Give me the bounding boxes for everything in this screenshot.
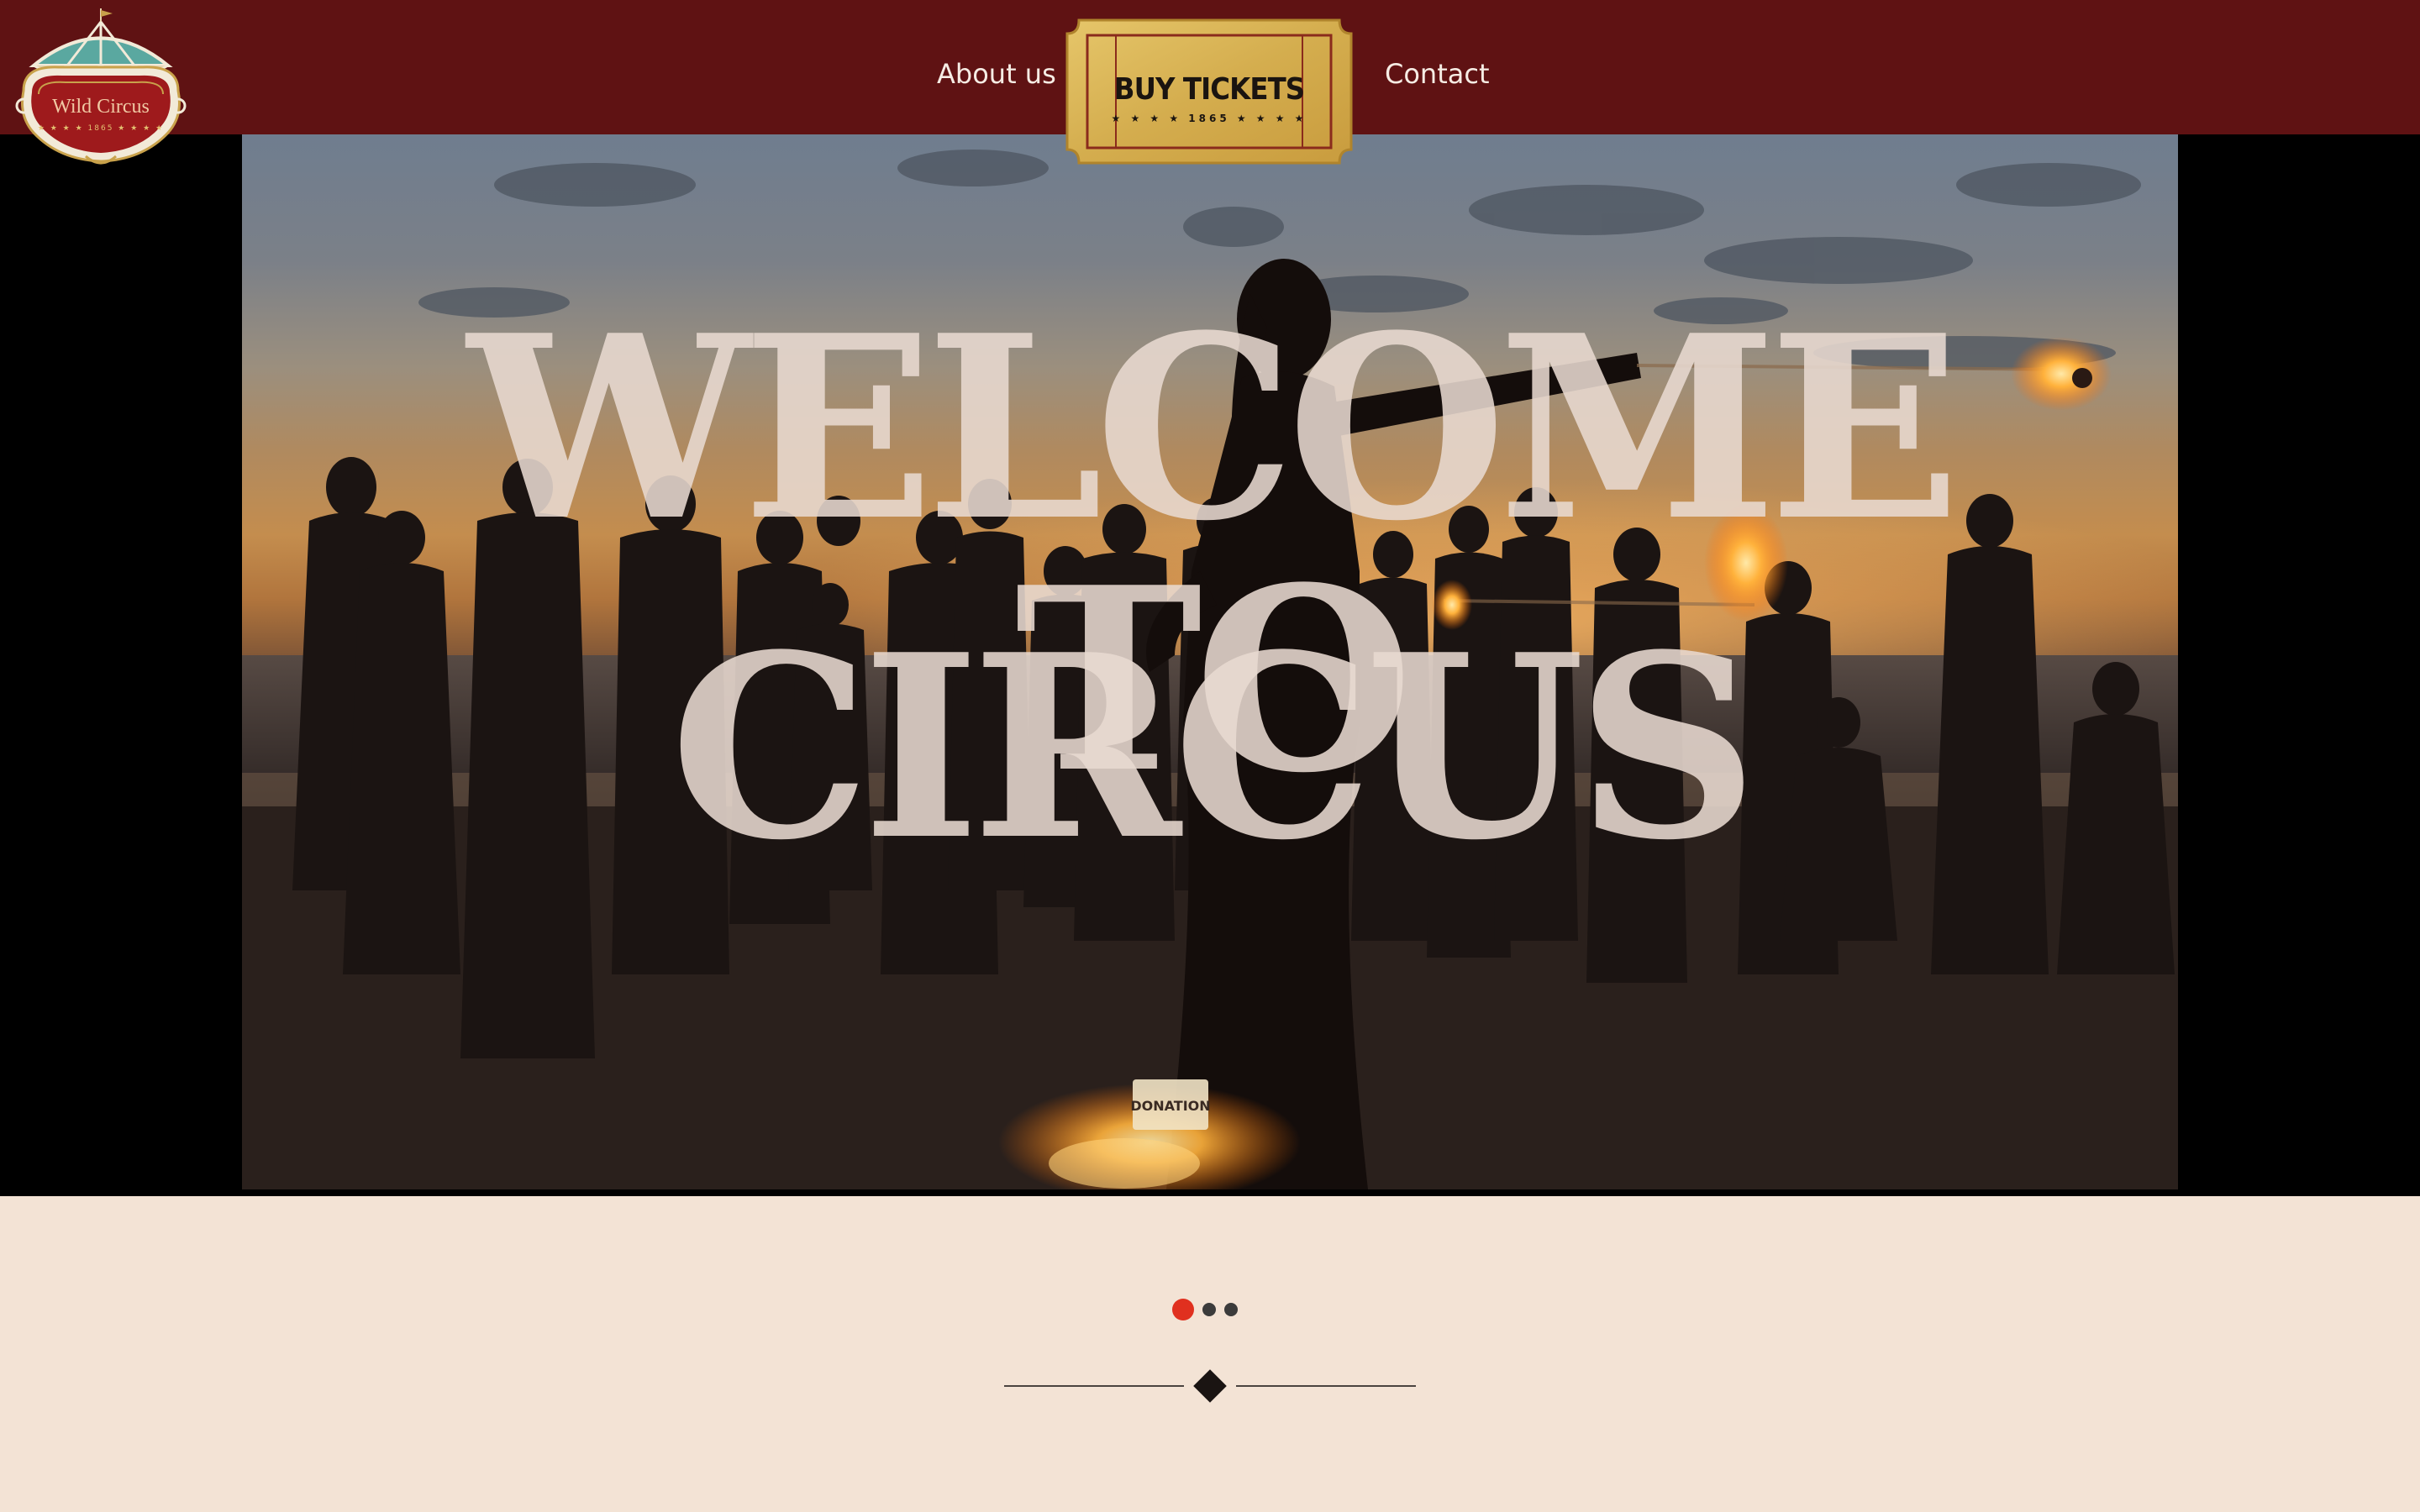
hero-section: DONATION WELCOME TO CIRCUS — [0, 134, 2420, 1196]
donation-sign-text: DONATION — [1130, 1098, 1210, 1114]
diamond-icon — [1193, 1369, 1227, 1403]
carousel-dot-3[interactable] — [1224, 1303, 1238, 1316]
logo-name: Wild Circus — [52, 96, 150, 118]
circus-tent-emblem-icon — [15, 8, 187, 165]
buy-tickets-button[interactable]: BUY TICKETS ★ ★ ★ ★ 1865 ★ ★ ★ ★ — [1064, 17, 1355, 166]
nav-about-us-link[interactable]: About us — [937, 60, 1056, 87]
section-divider — [1004, 1369, 1416, 1403]
buy-tickets-label: BUY TICKETS — [1113, 72, 1305, 107]
hero-headline-line-2: CIRCUS — [670, 599, 1758, 895]
nav-contact-link[interactable]: Contact — [1385, 60, 1490, 87]
wild-circus-logo[interactable]: Wild Circus ★ ★ ★ ★ 1865 ★ ★ ★ ★ — [8, 7, 193, 166]
hero-video[interactable]: DONATION WELCOME TO CIRCUS — [242, 134, 2178, 1189]
logo-year-badge: ★ ★ ★ ★ 1865 ★ ★ ★ ★ — [37, 124, 165, 133]
ticket-year-label: ★ ★ ★ ★ 1865 ★ ★ ★ ★ — [1111, 113, 1307, 124]
carousel-dot-2[interactable] — [1202, 1303, 1216, 1316]
carousel-dot-1[interactable] — [1172, 1299, 1194, 1320]
carousel-pagination — [1172, 1299, 1238, 1320]
